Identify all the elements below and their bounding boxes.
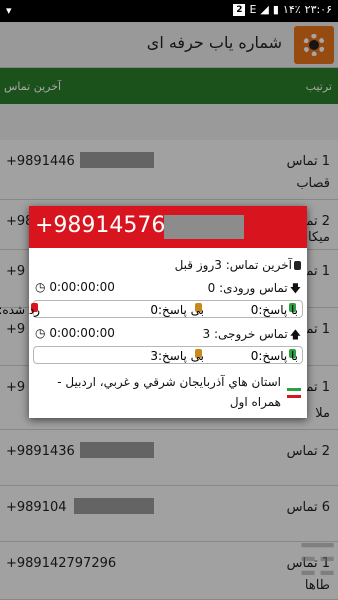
outgoing-stats: با پاسخ:0 بی پاسخ:3 xyxy=(33,346,303,364)
clock-icon: ◷ xyxy=(35,280,46,294)
iran-flag-icon xyxy=(287,388,301,398)
last-call-line: آخرین تماس: 3روز قبل xyxy=(175,258,303,272)
battery-icon: ▮ xyxy=(272,3,279,16)
wifi-icon: ▾ xyxy=(6,4,12,17)
caller-number: +98914576 xyxy=(35,213,166,238)
phone-icon xyxy=(294,261,301,270)
caller-info-dialog: +98914576 آخرین تماس: 3روز قبل 🡇تماس ورو… xyxy=(0,206,307,418)
notification-badge: 2 xyxy=(233,3,246,16)
signal-icon: ◢ xyxy=(260,3,269,16)
network-type: E xyxy=(249,3,257,16)
outgoing-line: 🡅تماس خروجی: 3 xyxy=(203,326,303,345)
clock: ۲۳:۰۶ xyxy=(304,3,332,16)
outgoing-duration: ◷ 0:00:00:00 xyxy=(35,326,115,340)
incoming-duration: ◷ 0:00:00:00 xyxy=(35,280,115,294)
arrow-up-icon: 🡅 xyxy=(289,328,301,341)
dialog-header: +98914576 xyxy=(29,206,307,248)
arrow-down-icon: 🡇 xyxy=(289,282,301,295)
status-bar: ▾ 2 E ◢ ▮ ۱۴٪ ۲۳:۰۶ xyxy=(0,0,338,22)
redacted-digits xyxy=(164,215,244,239)
incoming-stats: با پاسخ:0 بی پاسخ:0 رد شده:0 xyxy=(0,300,303,318)
clock-icon: ◷ xyxy=(35,326,46,340)
region-info: استان هاي آذربايجان شرقي و غربي، اردبيل … xyxy=(57,375,281,409)
battery-text: ۱۴٪ xyxy=(282,3,301,16)
incoming-line: 🡇تماس ورودی: 0 xyxy=(208,280,303,299)
